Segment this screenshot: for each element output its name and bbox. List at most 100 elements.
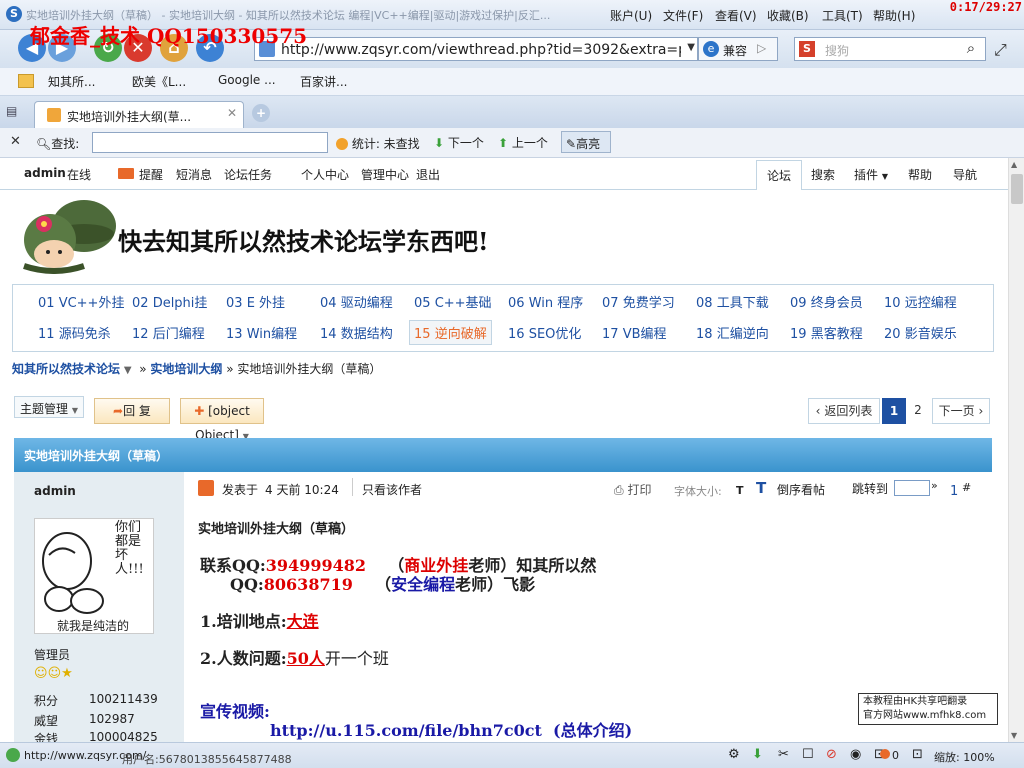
status-tool-icon-2[interactable]: ✂ [778, 747, 789, 762]
new-post-button[interactable]: ✚ [object Object] ▼ [180, 398, 264, 442]
author-avatar[interactable]: 你们都是坏人!!! 就我是纯洁的 [34, 518, 154, 634]
scroll-down-icon[interactable]: ▼ [1011, 731, 1017, 740]
search-box[interactable]: S 搜狗 ⌕ [794, 37, 986, 61]
menu-account[interactable]: 账户(U) [610, 7, 652, 24]
tab-close-icon[interactable]: ✕ [227, 106, 237, 120]
find-close-icon[interactable]: ✕ [10, 134, 21, 149]
go-icon[interactable]: ▷ [757, 41, 766, 55]
compat-mode-button[interactable]: e 兼容 ▷ [698, 37, 778, 61]
jump-input[interactable] [894, 480, 930, 496]
menu-help[interactable]: 帮助(H) [873, 7, 915, 24]
author-name[interactable]: admin [34, 484, 76, 498]
fav-item-2[interactable]: 欧美《L... [132, 73, 186, 90]
find-prev-button[interactable]: ⬆ 上一个 [498, 134, 548, 151]
status-tool-icon-4[interactable]: ⊘ [826, 747, 837, 762]
category-link[interactable]: 06 Win 程序 [508, 292, 583, 311]
page-2-button[interactable]: 2 [906, 398, 930, 424]
jump-go-icon[interactable]: » [931, 479, 938, 492]
category-name: 源码免杀 [58, 327, 111, 342]
category-link[interactable]: 08 工具下载 [696, 292, 769, 311]
download-icon[interactable]: ⬇ [752, 747, 763, 762]
fav-item-3[interactable]: Google ... [218, 73, 276, 87]
promo-video-link[interactable]: http://u.115.com/file/bhn7c0ct [270, 721, 542, 740]
address-bar[interactable]: http://www.zqsyr.com/viewthread.php?tid=… [254, 37, 698, 61]
back-to-list-button[interactable]: ‹ 返回列表 [808, 398, 880, 424]
category-link[interactable]: 01 VC++外挂 [38, 292, 124, 311]
category-link[interactable]: 09 终身会员 [790, 292, 863, 311]
promo-video-note: (总体介绍) [553, 721, 633, 740]
status-tool-icon-3[interactable]: ☐ [802, 747, 814, 762]
sidebar-toggle-icon[interactable]: ▤ [6, 104, 17, 118]
scroll-thumb[interactable] [1011, 174, 1023, 204]
topic-manage-button[interactable]: 主题管理 ▼ [14, 396, 84, 418]
find-input[interactable] [92, 132, 328, 153]
username-link[interactable]: admin [24, 166, 66, 180]
new-tab-icon[interactable]: + [252, 104, 270, 122]
category-link[interactable]: 10 远控编程 [884, 292, 957, 311]
link-pm[interactable]: 短消息 [176, 166, 212, 183]
menu-view[interactable]: 查看(V) [715, 7, 757, 24]
reverse-order-link[interactable]: 倒序看帖 [777, 481, 825, 498]
crumb-board[interactable]: 实地培训大纲 [150, 362, 222, 376]
stat-value[interactable]: 102987 [89, 712, 135, 726]
category-link[interactable]: 03 E 外挂 [226, 292, 285, 311]
stat-value[interactable]: 100211439 [89, 692, 158, 706]
menu-tools[interactable]: 工具(T) [822, 7, 863, 24]
floor-number[interactable]: 1 [950, 484, 958, 499]
menu-favorites[interactable]: 收藏(B) [767, 7, 809, 24]
status-eye-icon[interactable]: ◉ [850, 747, 861, 762]
find-highlight-button[interactable]: ✎高亮 [561, 131, 611, 153]
link-tasks[interactable]: 论坛任务 [224, 166, 272, 183]
scroll-up-icon[interactable]: ▲ [1011, 160, 1017, 169]
menu-file[interactable]: 文件(F) [663, 7, 703, 24]
font-large-button[interactable]: T [756, 479, 766, 497]
category-link[interactable]: 20 影音娱乐 [884, 323, 957, 342]
vertical-scrollbar[interactable]: ▲ ▼ [1008, 158, 1024, 742]
category-name: 驱动编程 [340, 296, 393, 311]
search-icon[interactable]: ⌕ [959, 39, 983, 59]
link-usercenter[interactable]: 个人中心 [301, 166, 349, 183]
find-next-button[interactable]: ⬇ 下一个 [434, 134, 484, 151]
crumb-menu-icon[interactable]: ▼ [124, 365, 132, 376]
tab-active[interactable]: 实地培训外挂大纲(草... ✕ [34, 101, 244, 128]
author-role: 管理员 [34, 648, 71, 662]
category-link[interactable]: 11 源码免杀 [38, 323, 111, 342]
category-link[interactable]: 14 数据结构 [320, 323, 393, 342]
category-link[interactable]: 05 C++基础 [414, 292, 492, 311]
reply-button[interactable]: ➦回 复 [94, 398, 170, 424]
print-link[interactable]: ⎙ 打印 [614, 481, 651, 498]
favorites-star-icon[interactable] [18, 74, 34, 88]
category-link[interactable]: 18 汇编逆向 [696, 323, 769, 342]
expand-icon[interactable]: ⤢ [994, 40, 1007, 60]
tab-help[interactable]: 帮助 [898, 160, 942, 190]
category-link[interactable]: 07 免费学习 [602, 292, 675, 311]
category-link[interactable]: 04 驱动编程 [320, 292, 393, 311]
category-link[interactable]: 02 Delphi挂 [132, 292, 207, 311]
thread-header: 实地培训外挂大纲（草稿） [14, 438, 992, 472]
tab-plugins[interactable]: 插件 ▼ [844, 160, 898, 190]
tab-search[interactable]: 搜索 [801, 160, 845, 190]
only-author-link[interactable]: 只看该作者 [362, 481, 422, 498]
category-link[interactable]: 16 SEO优化 [508, 323, 581, 342]
tab-forum[interactable]: 论坛 [756, 160, 803, 190]
category-link[interactable]: 15 逆向破解 [409, 320, 492, 345]
address-dropdown-icon[interactable]: ▼ [687, 42, 695, 53]
page-1-button[interactable]: 1 [882, 398, 906, 424]
category-link[interactable]: 17 VB编程 [602, 323, 667, 342]
category-link[interactable]: 19 黑客教程 [790, 323, 863, 342]
status-tool-icon-6[interactable]: ⊡ [912, 747, 923, 762]
fav-item-4[interactable]: 百家讲... [300, 73, 347, 90]
link-remind[interactable]: 提醒 [139, 166, 163, 183]
link-admincenter[interactable]: 管理中心 [361, 166, 409, 183]
fav-item-1[interactable]: 知其所... [48, 73, 95, 90]
category-link[interactable]: 13 Win编程 [226, 323, 297, 342]
category-name: 影音娱乐 [904, 327, 957, 342]
font-small-button[interactable]: T [736, 484, 744, 497]
link-logout[interactable]: 退出 [416, 166, 440, 183]
category-link[interactable]: 12 后门编程 [132, 323, 205, 342]
next-page-button[interactable]: 下一页 › [932, 398, 990, 424]
zoom-level[interactable]: 缩放: 100% [934, 749, 995, 765]
status-tool-icon-1[interactable]: ⚙ [728, 747, 740, 762]
crumb-forum[interactable]: 知其所以然技术论坛 [12, 362, 120, 376]
tab-nav[interactable]: 导航 [943, 160, 987, 190]
